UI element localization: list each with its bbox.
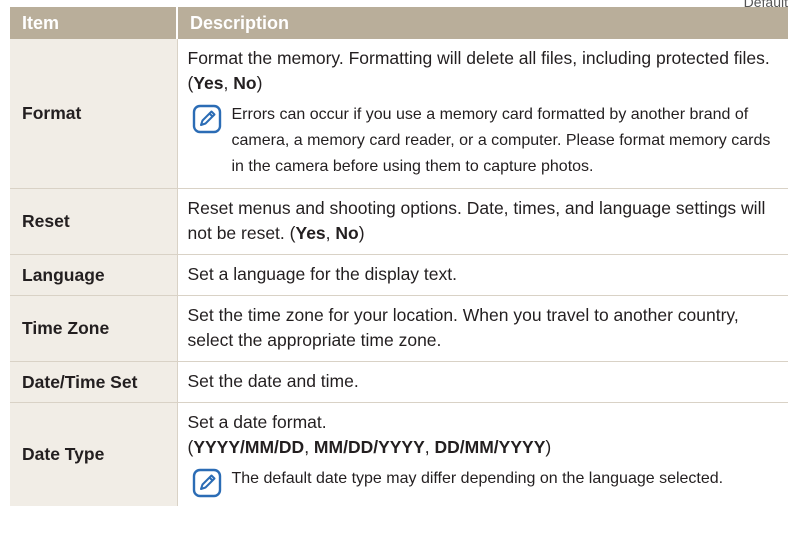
note-text: Errors can occur if you use a memory car… bbox=[231, 106, 771, 175]
table-row: Reset Reset menus and shooting options. … bbox=[10, 188, 788, 255]
option-mm-dd-yyyy: MM/DD/YYYY bbox=[313, 437, 425, 457]
row-desc-time-zone: Set the time zone for your location. Whe… bbox=[176, 295, 788, 362]
option-no: No bbox=[233, 73, 257, 93]
note-pencil-icon bbox=[192, 104, 221, 134]
header-description: Description bbox=[176, 7, 788, 39]
row-item-language: Language bbox=[10, 254, 177, 296]
option-yyyy-mm-dd: YYYY/MM/DD bbox=[193, 437, 305, 457]
option-yes: Yes bbox=[295, 223, 326, 243]
reset-description: Reset menus and shooting options. Date, … bbox=[187, 198, 766, 243]
row-desc-format: Format the memory. Formatting will delet… bbox=[176, 39, 788, 189]
row-desc-language: Set a language for the display text. bbox=[176, 254, 788, 296]
option-dd-mm-yyyy: DD/MM/YYYY bbox=[434, 437, 546, 457]
option-no: No bbox=[335, 223, 359, 243]
table-row: Time Zone Set the time zone for your loc… bbox=[10, 295, 788, 362]
note-box: The default date type may differ dependi… bbox=[188, 466, 781, 498]
table-header-row: Item Description bbox=[10, 7, 788, 39]
date-type-options: (YYYY/MM/DD, MM/DD/YYYY, DD/MM/YYYY) bbox=[187, 437, 552, 457]
row-item-date-type: Date Type bbox=[10, 402, 177, 506]
note-text: The default date type may differ dependi… bbox=[231, 470, 724, 487]
format-description: Format the memory. Formatting will delet… bbox=[187, 48, 770, 93]
row-item-reset: Reset bbox=[10, 188, 177, 255]
option-yes: Yes bbox=[193, 73, 224, 93]
table-row: Date/Time Set Set the date and time. bbox=[10, 361, 788, 403]
row-desc-date-type: Set a date format. (YYYY/MM/DD, MM/DD/YY… bbox=[176, 402, 788, 506]
row-item-date-time-set: Date/Time Set bbox=[10, 361, 177, 403]
table-row: Language Set a language for the display … bbox=[10, 254, 788, 296]
settings-table: Item Description Format Format the memor… bbox=[10, 7, 788, 506]
note-box: Errors can occur if you use a memory car… bbox=[188, 102, 781, 180]
table-row: Format Format the memory. Formatting wil… bbox=[10, 39, 788, 189]
note-pencil-icon bbox=[192, 468, 221, 498]
row-item-time-zone: Time Zone bbox=[10, 295, 177, 362]
table-row: Date Type Set a date format. (YYYY/MM/DD… bbox=[10, 402, 788, 506]
date-type-description: Set a date format. bbox=[187, 412, 327, 432]
row-desc-date-time-set: Set the date and time. bbox=[176, 361, 788, 403]
row-item-format: Format bbox=[10, 39, 177, 189]
row-desc-reset: Reset menus and shooting options. Date, … bbox=[176, 188, 788, 255]
header-item: Item bbox=[10, 7, 177, 39]
